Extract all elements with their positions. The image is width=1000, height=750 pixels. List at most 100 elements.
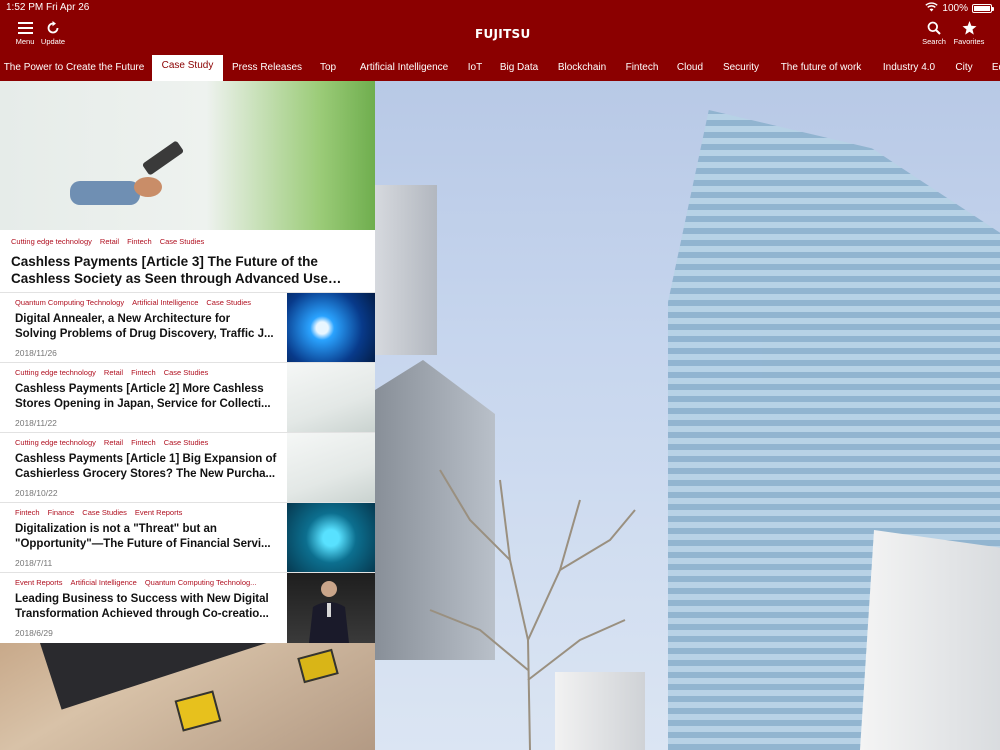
featured-categories: Cutting edge technology Retail Fintech Case… [11, 237, 366, 246]
category-tag[interactable]: Case Studies [164, 438, 209, 447]
article-date: 2018/10/22 [15, 488, 58, 498]
favorites-button[interactable]: Favorites [951, 19, 987, 46]
article-item[interactable]: Quantum Computing Technology Artificial I… [0, 292, 375, 363]
tab-ed-partial[interactable]: Ed [988, 55, 1000, 81]
article-date: 2018/7/11 [15, 558, 53, 568]
search-label: Search [922, 37, 946, 46]
article-date: 2018/6/29 [15, 628, 53, 638]
tab-fintech[interactable]: Fintech [621, 55, 663, 81]
status-date: Fri Apr 26 [46, 2, 90, 13]
article-thumbnail[interactable] [287, 363, 375, 433]
article-title-line: Solving Problems of Drug Discovery, Traf… [15, 327, 274, 340]
category-tag[interactable]: Artificial Intelligence [132, 298, 198, 307]
category-tag[interactable]: Case Studies [164, 368, 209, 377]
article-item[interactable]: Cutting edge technology Retail Fintech Case… [0, 362, 375, 433]
article-item[interactable]: Event Reports Artificial Intelligence Quan… [0, 572, 375, 643]
article-list: Cutting edge technology Retail Fintech Case… [0, 81, 375, 750]
refresh-icon [35, 19, 71, 36]
article-title[interactable]: Digital Annealer, a New Architecture for… [15, 312, 283, 341]
battery-level [974, 6, 990, 11]
category-tag[interactable]: Finance [48, 508, 75, 517]
category-tag[interactable]: Fintech [131, 368, 156, 377]
construction-machine-image [297, 648, 339, 684]
category-tag[interactable]: Event Reports [135, 508, 183, 517]
tab-top[interactable]: Top [314, 55, 342, 81]
speaker-illustration [309, 581, 349, 643]
article-title-line: Digital Annealer, a New Architecture for [15, 313, 231, 325]
battery-icon [972, 4, 994, 13]
tab-cloud[interactable]: Cloud [673, 55, 707, 81]
featured-article-image[interactable] [0, 81, 375, 230]
tab-iot[interactable]: IoT [464, 55, 486, 81]
tab-big-data[interactable]: Big Data [496, 55, 542, 81]
article-thumbnail[interactable] [287, 433, 375, 503]
article-thumbnail[interactable] [287, 293, 375, 363]
article-title[interactable]: Cashless Payments [Article 1] Big Expans… [15, 452, 283, 481]
tab-case-study[interactable]: Case Study [152, 55, 223, 81]
article-title-line: Cashless Payments [Article 2] More Cashl… [15, 383, 264, 395]
article-date: 2018/11/26 [15, 348, 57, 358]
tab-blockchain[interactable]: Blockchain [553, 55, 611, 81]
article-title-line: "Opportunity"—The Future of Financial Se… [15, 537, 271, 550]
update-button[interactable]: Update [35, 19, 71, 46]
category-tag[interactable]: Fintech [15, 508, 40, 517]
tab-press-releases[interactable]: Press Releases [229, 55, 305, 81]
tab-industry-4[interactable]: Industry 4.0 [877, 55, 941, 81]
search-icon [916, 19, 952, 36]
building-image-part [860, 530, 1000, 750]
article-title[interactable]: Leading Business to Success with New Dig… [15, 592, 283, 621]
tab-security[interactable]: Security [718, 55, 764, 81]
search-button[interactable]: Search [916, 19, 952, 46]
app-header: 1:52 PM Fri Apr 26 100% Menu Update FUJI… [0, 0, 1000, 55]
article-item[interactable]: Cutting edge technology Retail Fintech Case… [0, 432, 375, 503]
category-tag[interactable]: Case Studies [160, 237, 205, 246]
article-title-line: Cashless Payments [Article 1] Big Expans… [15, 453, 277, 465]
article-date: 2018/11/22 [15, 418, 57, 428]
category-tag[interactable]: Cutting edge technology [15, 438, 96, 447]
favorites-label: Favorites [953, 37, 985, 46]
article-categories: Cutting edge technology Retail Fintech Case… [15, 438, 280, 447]
category-tag[interactable]: Fintech [127, 237, 152, 246]
category-tag[interactable]: Quantum Computing Technology [15, 298, 124, 307]
category-tab-bar: The Power to Create the Future Case Stud… [0, 55, 1000, 81]
article-item[interactable]: Fintech Finance Case Studies Event Reports … [0, 502, 375, 573]
article-title-line: Transformation Achieved through Co-creat… [15, 607, 269, 620]
tab-future-of-work[interactable]: The future of work [775, 55, 867, 81]
article-categories: Quantum Computing Technology Artificial I… [15, 298, 280, 307]
tab-city[interactable]: City [951, 55, 977, 81]
building-image-part [375, 185, 437, 355]
wifi-icon [925, 2, 939, 15]
battery-percent: 100% [942, 3, 968, 14]
category-tag[interactable]: Retail [104, 438, 123, 447]
featured-article-title[interactable]: Cashless Payments [Article 3] The Future… [11, 253, 371, 287]
tab-power-to-create[interactable]: The Power to Create the Future [0, 55, 148, 81]
category-tag[interactable]: Retail [100, 237, 119, 246]
article-title-line: Leading Business to Success with New Dig… [15, 593, 269, 605]
category-tag[interactable]: Artificial Intelligence [71, 578, 137, 587]
hand-phone-illustration [70, 141, 184, 205]
article-thumbnail[interactable] [287, 503, 375, 573]
article-categories: Fintech Finance Case Studies Event Reports [15, 508, 280, 517]
category-tag[interactable]: Event Reports [15, 578, 63, 587]
bare-tree-image [429, 469, 636, 750]
status-indicators: 100% [925, 2, 994, 15]
logo-text: FUJITSU [475, 27, 531, 41]
article-categories: Event Reports Artificial Intelligence Quan… [15, 578, 280, 587]
category-tag[interactable]: Fintech [131, 438, 156, 447]
article-title[interactable]: Digitalization is not a "Threat" but an … [15, 522, 283, 551]
category-tag[interactable]: Case Studies [82, 508, 127, 517]
article-title[interactable]: Cashless Payments [Article 2] More Cashl… [15, 382, 283, 411]
category-tag[interactable]: Cutting edge technology [11, 237, 92, 246]
star-icon [951, 19, 987, 36]
category-tag[interactable]: Retail [104, 368, 123, 377]
update-label: Update [40, 37, 66, 46]
article-categories: Cutting edge technology Retail Fintech Case… [15, 368, 280, 377]
construction-machine-image [174, 690, 222, 732]
tab-artificial-intelligence[interactable]: Artificial Intelligence [351, 55, 457, 81]
category-tag[interactable]: Case Studies [206, 298, 251, 307]
article-thumbnail[interactable] [287, 573, 375, 643]
category-tag[interactable]: Cutting edge technology [15, 368, 96, 377]
category-tag[interactable]: Quantum Computing Technolog... [145, 578, 257, 587]
fujitsu-logo: FUJITSU [475, 27, 530, 41]
next-article-image[interactable] [0, 643, 375, 750]
